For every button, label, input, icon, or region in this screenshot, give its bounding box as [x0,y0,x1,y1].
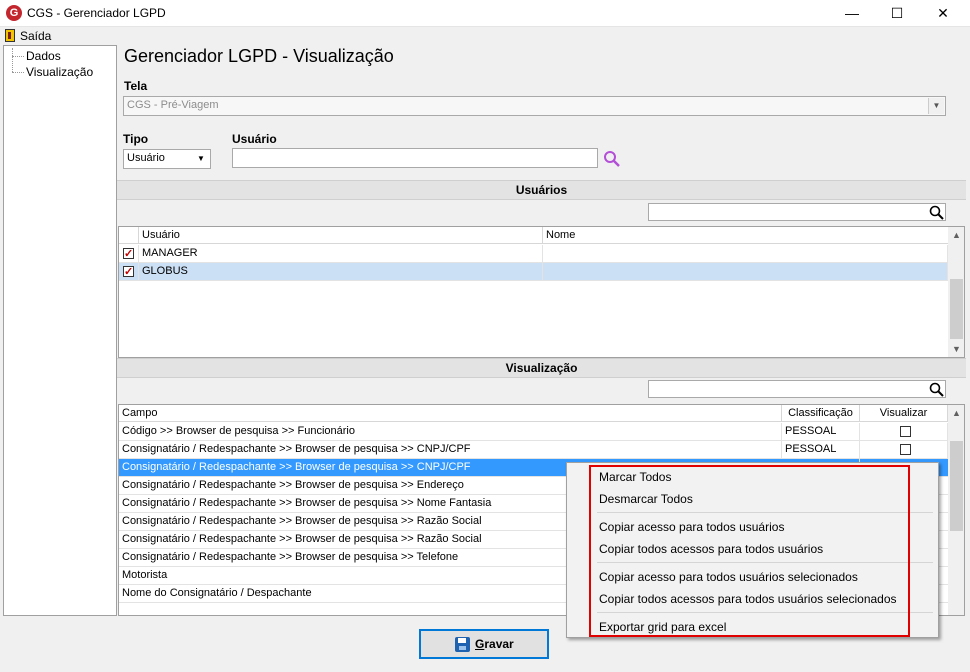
scroll-thumb[interactable] [950,279,963,339]
users-cell-usuario: GLOBUS [139,263,543,281]
visualizar-checkbox[interactable] [900,444,911,455]
view-scrollbar[interactable]: ▲ [948,405,964,615]
usuario-label: Usuário [232,132,277,146]
users-col-usuario[interactable]: Usuário [139,227,543,244]
users-grid: Usuário Nome MANAGER GLOBUS ▲ ▼ [118,226,965,358]
tipo-select[interactable]: Usuário ▼ [123,149,211,169]
view-section-header: Visualização [117,358,966,378]
table-row[interactable]: MANAGER [119,245,948,263]
app-logo-icon: G [6,5,22,21]
tipo-select-value: Usuário [127,152,165,164]
menu-bar [0,27,970,45]
view-filter-input[interactable] [648,380,946,398]
view-col-visualizar[interactable]: Visualizar [860,405,948,422]
chevron-down-icon: ▼ [928,98,944,114]
tela-select[interactable]: CGS - Pré-Viagem ▼ [123,96,946,116]
usuario-input[interactable] [232,148,598,168]
navigation-tree: Dados Visualização [3,45,117,616]
visualizar-checkbox[interactable] [900,426,911,437]
users-col-nome[interactable]: Nome [543,227,949,244]
close-button[interactable]: ✕ [920,0,966,27]
tipo-label: Tipo [123,132,149,146]
view-col-campo[interactable]: Campo [119,405,782,422]
users-cell-nome [543,245,948,263]
save-button[interactable]: Gravar [419,629,549,659]
view-cell-campo: Consignatário / Redespachante >> Browser… [119,441,782,459]
scroll-up-icon[interactable]: ▲ [948,405,964,421]
floppy-disk-icon [455,637,470,652]
users-filter-search-icon[interactable] [929,205,944,220]
tree-item-dados[interactable]: Dados [26,49,61,63]
page-title: Gerenciador LGPD - Visualização [124,46,394,66]
maximize-button[interactable]: ☐ [874,0,920,27]
scroll-up-icon[interactable]: ▲ [948,227,964,243]
view-cell-campo: Código >> Browser de pesquisa >> Funcion… [119,423,782,441]
checkbox[interactable] [123,246,134,263]
table-row[interactable]: GLOBUS [119,263,948,281]
users-cell-usuario: MANAGER [139,245,543,263]
view-cell-classificacao: PESSOAL [782,423,860,441]
users-cell-nome [543,263,948,281]
view-col-classificacao[interactable]: Classificação [782,405,860,422]
table-row[interactable]: Código >> Browser de pesquisa >> Funcion… [119,423,948,441]
save-button-label: Gravar [475,637,514,651]
menu-exit[interactable]: Saída [20,29,51,43]
tela-label: Tela [124,79,148,93]
search-icon[interactable] [603,150,621,168]
scroll-down-icon[interactable]: ▼ [948,341,964,357]
tela-select-value: CGS - Pré-Viagem [127,99,219,111]
highlight-annotation-box [589,465,910,637]
exit-door-icon[interactable] [5,29,15,42]
window-title: CGS - Gerenciador LGPD [27,6,166,20]
table-row[interactable]: Consignatário / Redespachante >> Browser… [119,441,948,459]
users-filter-input[interactable] [648,203,946,221]
context-menu: Marcar Todos Desmarcar Todos Copiar aces… [566,462,939,638]
view-filter-search-icon[interactable] [929,382,944,397]
chevron-down-icon: ▼ [193,151,209,167]
minimize-button[interactable]: — [829,0,875,27]
tree-item-visualizacao[interactable]: Visualização [26,65,93,79]
users-section-header: Usuários [117,180,966,200]
view-cell-classificacao: PESSOAL [782,441,860,459]
users-scrollbar[interactable]: ▲ ▼ [948,227,964,357]
scroll-thumb[interactable] [950,441,963,531]
checkbox[interactable] [123,264,134,281]
